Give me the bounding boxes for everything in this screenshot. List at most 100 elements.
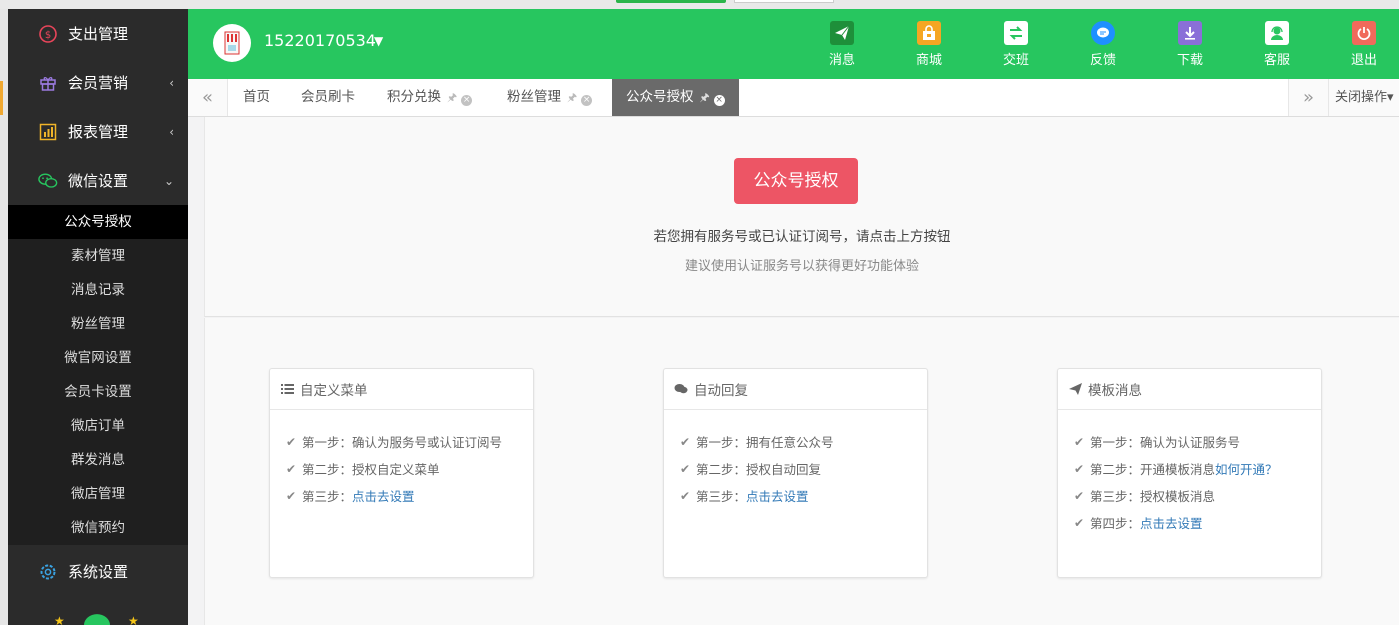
- tab-label: 会员刷卡: [301, 89, 355, 105]
- tab-label: 积分兑换: [387, 89, 441, 105]
- sidebar-item-label: 微信设置: [68, 172, 129, 190]
- paper-plane-icon: [830, 21, 854, 45]
- header-button-label: 交班: [1002, 53, 1029, 68]
- close-icon[interactable]: ×: [713, 95, 725, 106]
- sidebar-item-reports[interactable]: 报表管理 ‹: [8, 107, 188, 156]
- submenu-item-materials[interactable]: 素材管理: [8, 239, 188, 273]
- authorize-hint: 若您拥有服务号或已认证订阅号，请点击上方按钮: [653, 229, 951, 245]
- sidebar-item-wechat[interactable]: 微信设置 ⌄: [8, 156, 188, 205]
- close-operations-dropdown[interactable]: 关闭操作▾: [1328, 79, 1399, 116]
- left-edge: [0, 9, 8, 625]
- check-icon: ✔: [286, 461, 297, 476]
- sidebar-item-expense[interactable]: $ 支出管理: [8, 9, 188, 58]
- header-button-messages[interactable]: 消息: [812, 21, 872, 68]
- sidebar-item-marketing[interactable]: 会员营销 ‹: [8, 58, 188, 107]
- submenu-item-authorize[interactable]: 公众号授权: [8, 205, 188, 239]
- tab-home[interactable]: 首页: [229, 79, 284, 116]
- money-circle-icon: $: [38, 24, 58, 44]
- check-icon: ✔: [680, 461, 691, 476]
- pin-icon[interactable]: 🖈: [447, 91, 457, 104]
- tab-points-exchange[interactable]: 积分兑换 🖈 ×: [373, 79, 486, 116]
- sidebar-item-label: 支出管理: [68, 25, 129, 43]
- step-text: 第二步：授权自动回复: [696, 462, 822, 477]
- sidebar-item-label: 系统设置: [68, 563, 129, 581]
- header-button-shift[interactable]: 交班: [986, 21, 1046, 68]
- sidebar-item-system[interactable]: 系统设置: [8, 547, 188, 596]
- sidebar: $ 支出管理 会员营销 ‹ 报表管理 ‹ 微信设置 ⌄ 公众号授权 素材管理 消…: [8, 9, 188, 625]
- check-icon: ✔: [286, 434, 297, 449]
- app-root: $ 支出管理 会员营销 ‹ 报表管理 ‹ 微信设置 ⌄ 公众号授权 素材管理 消…: [0, 0, 1399, 625]
- close-icon[interactable]: ×: [581, 95, 593, 106]
- tab-authorize[interactable]: 公众号授权 🖈 ×: [612, 79, 739, 116]
- tab-scroll-left-icon[interactable]: «: [188, 79, 228, 116]
- caret-down-icon[interactable]: ▼: [374, 34, 383, 48]
- edge-marker: [0, 81, 3, 115]
- submenu-item-orders[interactable]: 微店订单: [8, 409, 188, 443]
- step-item: ✔ 第二步：授权自定义菜单: [286, 455, 533, 482]
- header-button-label: 商城: [915, 53, 942, 68]
- header-button-support[interactable]: 客服: [1247, 21, 1307, 68]
- send-icon: [1068, 382, 1082, 396]
- exchange-icon: [1004, 21, 1028, 45]
- go-settings-link[interactable]: 点击去设置: [746, 486, 809, 505]
- header-button-download[interactable]: 下载: [1160, 21, 1220, 68]
- chevron-down-icon: ⌄: [163, 173, 174, 188]
- card-title: 自动回复: [694, 383, 748, 399]
- step-item: ✔ 第三步： 点击去设置: [680, 482, 927, 509]
- download-icon: [1178, 21, 1202, 45]
- gift-icon: [38, 73, 58, 93]
- card-body: ✔ 第一步：确认为服务号或认证订阅号 ✔ 第二步：授权自定义菜单 ✔ 第三步： 点击去设…: [270, 410, 533, 509]
- wechat-icon: [38, 171, 58, 191]
- tab-member-swipe[interactable]: 会员刷卡: [287, 79, 369, 116]
- authorize-button[interactable]: 公众号授权: [734, 158, 858, 204]
- tab-label: 粉丝管理: [507, 89, 561, 105]
- chevron-left-icon: ‹: [169, 75, 174, 90]
- wechat-submenu: 公众号授权 素材管理 消息记录 粉丝管理 微官网设置 会员卡设置 微店订单 群发…: [8, 205, 188, 545]
- step-text: 第四步：: [1090, 516, 1141, 531]
- submenu-item-messages[interactable]: 消息记录: [8, 273, 188, 307]
- submenu-item-membercard[interactable]: 会员卡设置: [8, 375, 188, 409]
- submenu-item-booking[interactable]: 微信预约: [8, 511, 188, 545]
- list-icon: [280, 382, 294, 396]
- header-button-label: 下载: [1176, 53, 1203, 68]
- tab-scroll-right-icon[interactable]: »: [1288, 79, 1328, 116]
- close-icon[interactable]: ×: [461, 95, 473, 106]
- submenu-item-fans[interactable]: 粉丝管理: [8, 307, 188, 341]
- close-operations-label: 关闭操作: [1335, 90, 1388, 105]
- check-icon: ✔: [680, 488, 691, 503]
- svg-text:★: ★: [128, 614, 139, 625]
- chart-icon: [38, 122, 58, 142]
- how-to-enable-link[interactable]: 如何开通？: [1215, 459, 1278, 478]
- step-item: ✔ 第一步：确认为服务号或认证订阅号: [286, 428, 533, 455]
- top-header: 15220170534 ▼ 消息 商城 交班 反馈 下载 客服 退出: [188, 9, 1399, 79]
- user-phone[interactable]: 15220170534: [264, 31, 376, 50]
- pin-icon[interactable]: 🖈: [567, 91, 577, 104]
- svg-text:★: ★: [54, 614, 65, 625]
- header-button-logout[interactable]: 退出: [1334, 21, 1394, 68]
- step-text: 第一步：拥有任意公众号: [696, 435, 834, 450]
- step-item: ✔ 第三步：授权模板消息: [1074, 482, 1321, 509]
- tab-fans[interactable]: 粉丝管理 🖈 ×: [493, 79, 606, 116]
- card-header: 模板消息: [1058, 369, 1321, 410]
- step-text: 第三步：授权模板消息: [1090, 489, 1216, 504]
- card-body: ✔ 第一步：确认为认证服务号 ✔ 第二步：开通模板消息 如何开通？ ✔ 第三步：授权模…: [1058, 410, 1321, 536]
- go-settings-link[interactable]: 点击去设置: [1140, 513, 1203, 532]
- header-button-label: 消息: [828, 53, 855, 68]
- browser-green-button: [616, 0, 726, 3]
- header-button-shop[interactable]: 商城: [899, 21, 959, 68]
- step-text: 第二步：授权自定义菜单: [302, 462, 440, 477]
- submenu-item-shop[interactable]: 微店管理: [8, 477, 188, 511]
- pin-icon[interactable]: 🖈: [700, 91, 710, 104]
- gear-icon: [38, 562, 58, 582]
- card-body: ✔ 第一步：拥有任意公众号 ✔ 第二步：授权自动回复 ✔ 第三步： 点击去设置: [664, 410, 927, 509]
- check-icon: ✔: [680, 434, 691, 449]
- go-settings-link[interactable]: 点击去设置: [352, 486, 415, 505]
- submenu-item-broadcast[interactable]: 群发消息: [8, 443, 188, 477]
- check-icon: ✔: [286, 488, 297, 503]
- tab-bar: « 首页 会员刷卡 积分兑换 🖈 × 粉丝管理 🖈 × 公众号授权 🖈 × » 关闭操作▾: [188, 79, 1399, 117]
- avatar[interactable]: [213, 24, 251, 62]
- support-icon: [1265, 21, 1289, 45]
- header-button-label: 反馈: [1089, 53, 1116, 68]
- submenu-item-microsite[interactable]: 微官网设置: [8, 341, 188, 375]
- header-button-feedback[interactable]: 反馈: [1073, 21, 1133, 68]
